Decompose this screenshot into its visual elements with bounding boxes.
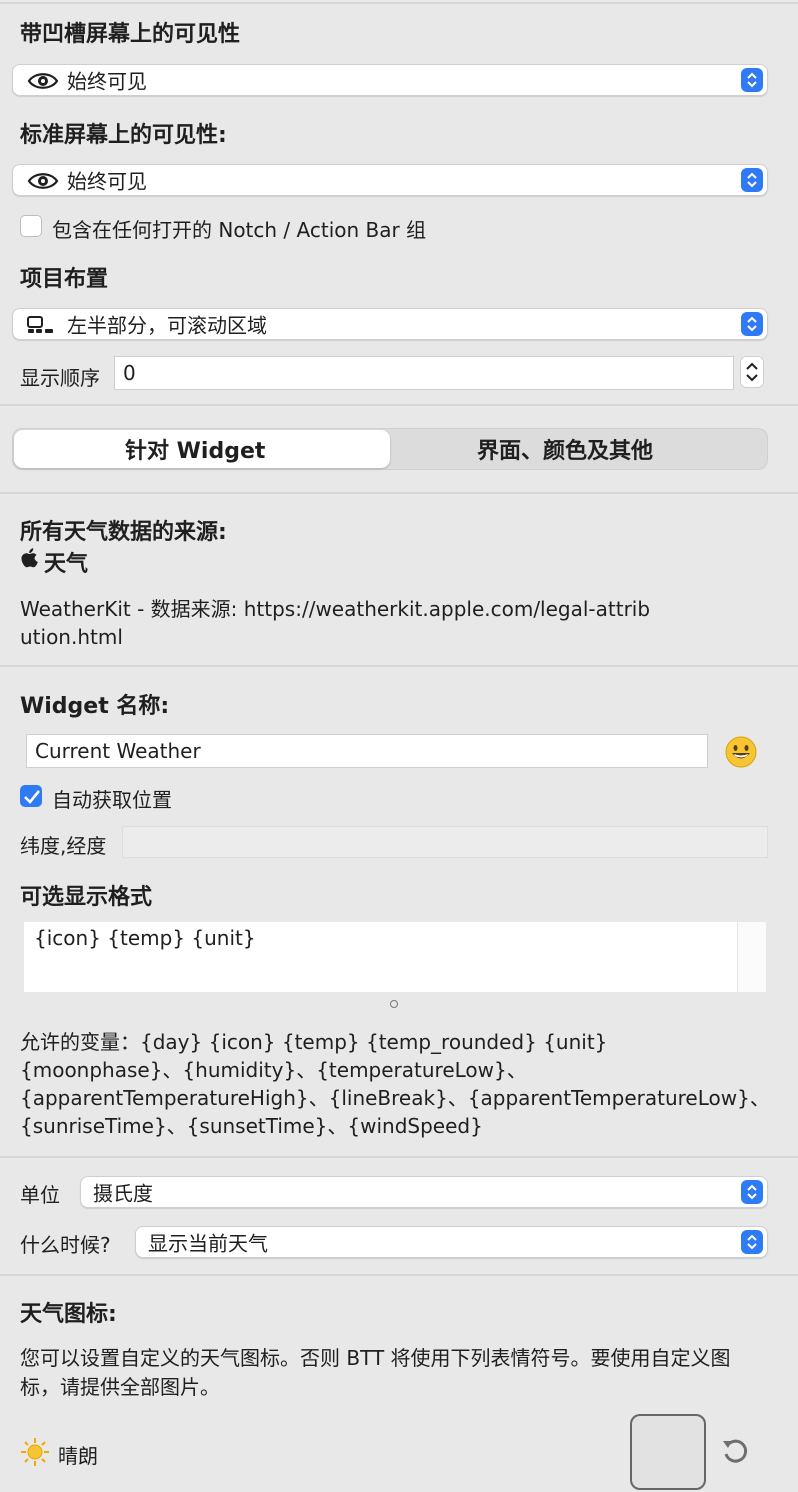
- auto-location-label: 自动获取位置: [52, 788, 172, 812]
- layout-icon: [27, 316, 55, 338]
- widget-name-field[interactable]: [27, 735, 707, 767]
- divider: [0, 1156, 798, 1158]
- display-order-stepper[interactable]: [740, 356, 764, 388]
- chevron-updown-icon: [741, 312, 763, 336]
- tab-widget-label: 针对 Widget: [125, 439, 266, 464]
- tab-appearance[interactable]: 界面、颜色及其他: [477, 433, 653, 465]
- unit-value: 摄氏度: [93, 1181, 153, 1206]
- placement-value: 左半部分，可滚动区域: [67, 313, 267, 338]
- divider: [0, 492, 798, 494]
- divider: [0, 665, 798, 667]
- include-group-label: 包含在任何打开的 Notch / Action Bar 组: [52, 218, 427, 242]
- chevron-updown-icon: [741, 68, 763, 92]
- display-order-label: 显示顺序: [20, 366, 100, 390]
- standard-visibility-select[interactable]: 始终可见: [12, 164, 768, 196]
- format-heading: 可选显示格式: [20, 885, 153, 910]
- notch-visibility-value: 始终可见: [67, 69, 147, 94]
- display-order-input[interactable]: [114, 356, 734, 390]
- divider: [0, 1274, 798, 1276]
- when-select[interactable]: 显示当前天气: [135, 1226, 768, 1258]
- weather-icons-heading: 天气图标:: [20, 1302, 117, 1327]
- include-group-checkbox[interactable]: [20, 215, 42, 237]
- weather-icons-description: 您可以设置自定义的天气图标。否则 BTT 将使用下列表情符号。要使用自定义图标，…: [20, 1346, 731, 1399]
- apple-icon: [20, 547, 38, 573]
- source-attribution: WeatherKit - 数据来源: https://weatherkit.ap…: [20, 597, 651, 649]
- sun-icon: [20, 1437, 50, 1471]
- chevron-updown-icon: [741, 168, 763, 192]
- widget-name-heading: Widget 名称:: [20, 694, 170, 719]
- auto-location-checkbox[interactable]: [20, 785, 42, 807]
- sunny-label: 晴朗: [58, 1444, 98, 1468]
- unit-select[interactable]: 摄氏度: [80, 1176, 768, 1208]
- widget-name-input[interactable]: [26, 734, 708, 768]
- chevron-updown-icon: [741, 1180, 763, 1204]
- notch-visibility-heading: 带凹槽屏幕上的可见性: [20, 22, 241, 47]
- section-tabs: 针对 Widget 界面、颜色及其他: [12, 428, 768, 470]
- format-value: {icon} {temp} {unit}: [34, 926, 256, 950]
- allowed-variables-text: 允许的变量：{day} {icon} {temp} {temp_rounded}…: [20, 1030, 770, 1138]
- standard-visibility-value: 始终可见: [67, 169, 147, 194]
- checkmark-icon: [24, 790, 41, 804]
- latlon-label: 纬度,经度: [20, 834, 107, 858]
- standard-visibility-heading: 标准屏幕上的可见性:: [20, 123, 227, 148]
- eye-icon: [27, 71, 59, 95]
- custom-icon-well[interactable]: [630, 1414, 706, 1490]
- placement-heading: 项目布置: [20, 267, 109, 292]
- source-heading: 所有天气数据的来源:: [20, 520, 227, 545]
- resize-handle[interactable]: [390, 1000, 398, 1008]
- divider: [0, 404, 798, 406]
- display-order-field[interactable]: [115, 357, 733, 389]
- latlon-input[interactable]: [122, 826, 768, 858]
- when-label: 什么时候?: [20, 1233, 111, 1257]
- reset-icon[interactable]: [720, 1436, 750, 1470]
- source-provider: 天气: [44, 552, 89, 577]
- emoji-picker-icon[interactable]: [724, 735, 758, 773]
- eye-icon: [27, 171, 59, 195]
- unit-label: 单位: [20, 1183, 60, 1207]
- stepper-arrows-icon: [746, 362, 758, 382]
- when-value: 显示当前天气: [148, 1231, 268, 1256]
- placement-select[interactable]: 左半部分，可滚动区域: [12, 308, 768, 340]
- chevron-updown-icon: [741, 1230, 763, 1254]
- format-textarea[interactable]: {icon} {temp} {unit}: [24, 922, 766, 992]
- notch-visibility-select[interactable]: 始终可见: [12, 64, 768, 96]
- format-scrollbar[interactable]: [737, 922, 766, 992]
- divider: [0, 2, 798, 4]
